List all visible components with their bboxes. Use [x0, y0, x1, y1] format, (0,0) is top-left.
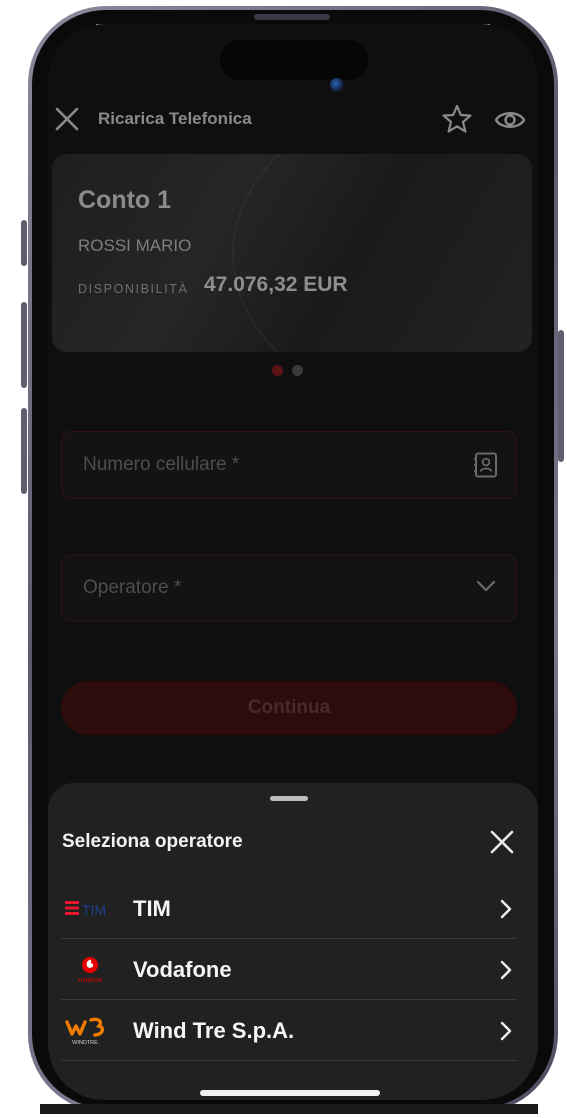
- availability-label: DISPONIBILITÀ: [78, 282, 189, 296]
- operator-select[interactable]: Operatore *: [61, 554, 517, 622]
- star-icon[interactable]: [442, 104, 472, 134]
- carousel-indicator: [272, 365, 303, 376]
- carousel-dot[interactable]: [292, 365, 303, 376]
- card-decoration: [232, 154, 532, 352]
- power-button: [558, 330, 564, 462]
- close-sheet-icon[interactable]: [489, 829, 515, 855]
- volume-down-button: [21, 408, 27, 494]
- sheet-title: Seleziona operatore: [62, 831, 243, 852]
- windtre-logo-icon: WINDTRE: [65, 1017, 105, 1046]
- availability-value: 47.076,32 EUR: [204, 273, 348, 296]
- account-holder: ROSSI MARIO: [78, 236, 192, 255]
- app-screen: Ricarica Telefonica Conto 1 ROSSI MARIO …: [48, 24, 538, 1100]
- account-name: Conto 1: [78, 186, 172, 214]
- front-camera-icon: [330, 78, 344, 92]
- close-icon[interactable]: [54, 106, 80, 132]
- chevron-right-icon: [500, 899, 512, 919]
- continue-button[interactable]: Continua: [61, 681, 517, 735]
- vodafone-logo-icon: vodafone: [78, 957, 103, 984]
- operator-name: Vodafone: [133, 957, 232, 982]
- sheet-grabber[interactable]: [270, 796, 308, 801]
- top-speaker-bar: [254, 14, 330, 20]
- tim-logo-icon: TIM: [65, 901, 106, 918]
- operator-placeholder: Operatore *: [83, 577, 182, 598]
- dynamic-island: [220, 40, 368, 80]
- operator-list: TIM TIM vodafone Vodafone WINDTRE Wind T…: [61, 878, 517, 1061]
- phone-number-field[interactable]: Numero cellulare *: [61, 431, 517, 499]
- chevron-down-icon: [476, 580, 496, 592]
- list-item-vodafone[interactable]: vodafone Vodafone: [61, 939, 517, 1000]
- app-header: Ricarica Telefonica: [48, 100, 538, 140]
- carousel-dot-active[interactable]: [272, 365, 283, 376]
- volume-up-button: [21, 302, 27, 388]
- svg-text:TIM: TIM: [82, 902, 106, 918]
- operator-bottom-sheet: Seleziona operatore TIM TIM vodafone Vod…: [48, 783, 538, 1100]
- list-item-tim[interactable]: TIM TIM: [61, 878, 517, 939]
- contact-book-icon[interactable]: [474, 452, 498, 478]
- action-button: [21, 220, 27, 266]
- chevron-right-icon: [500, 1021, 512, 1041]
- bottom-edge-shadow: [40, 1104, 538, 1114]
- eye-icon[interactable]: [494, 106, 526, 134]
- svg-text:WINDTRE: WINDTRE: [72, 1040, 98, 1046]
- home-indicator[interactable]: [200, 1090, 380, 1096]
- phone-number-placeholder: Numero cellulare *: [83, 454, 240, 475]
- chevron-right-icon: [500, 960, 512, 980]
- list-item-windtre[interactable]: WINDTRE Wind Tre S.p.A.: [61, 1000, 517, 1061]
- operator-name: Wind Tre S.p.A.: [133, 1018, 295, 1043]
- operator-name: TIM: [133, 896, 171, 921]
- page-title: Ricarica Telefonica: [98, 109, 252, 128]
- svg-text:vodafone: vodafone: [78, 978, 103, 984]
- account-card[interactable]: Conto 1 ROSSI MARIO DISPONIBILITÀ 47.076…: [52, 154, 532, 352]
